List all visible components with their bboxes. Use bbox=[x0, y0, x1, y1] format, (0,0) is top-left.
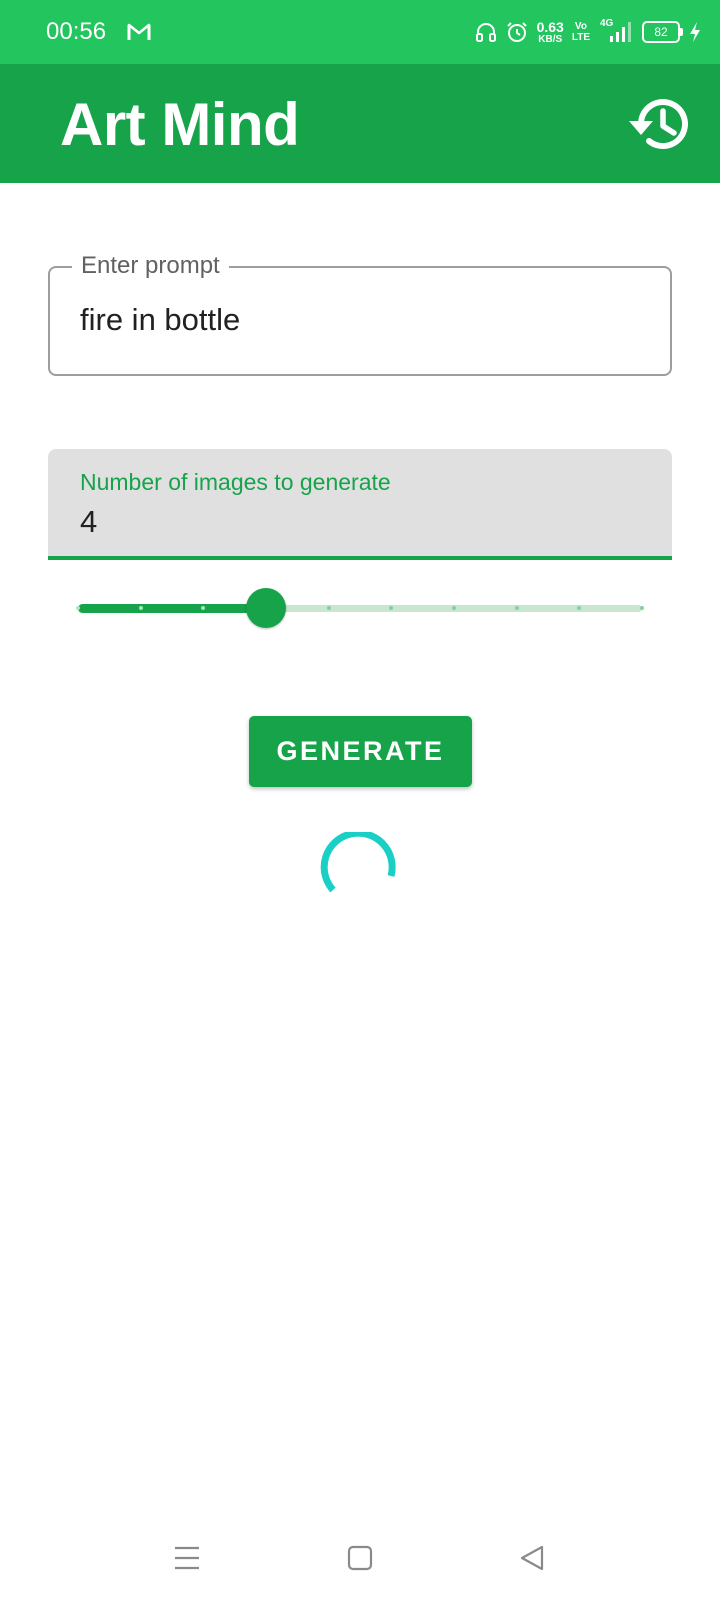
back-icon bbox=[520, 1545, 544, 1571]
slider-thumb[interactable] bbox=[246, 588, 286, 628]
alarm-icon bbox=[506, 22, 527, 42]
signal-icon bbox=[610, 22, 631, 42]
battery-icon: 82 bbox=[642, 21, 683, 43]
slider-tick bbox=[76, 606, 80, 610]
prompt-field[interactable]: Enter prompt bbox=[48, 251, 672, 376]
status-bar: 00:56 0.63 KB/S Vo LTE 4G 82 bbox=[0, 0, 720, 64]
status-icons: 0.63 KB/S Vo LTE 4G 82 bbox=[475, 14, 702, 50]
back-button[interactable] bbox=[507, 1538, 557, 1578]
net-speed: 0.63 KB/S bbox=[537, 20, 564, 45]
app-title: Art Mind bbox=[60, 91, 300, 158]
menu-icon bbox=[175, 1546, 199, 1570]
slider-tick bbox=[640, 606, 644, 610]
slider-active-track bbox=[78, 604, 266, 613]
image-count-field[interactable]: Number of images to generate 4 bbox=[48, 449, 672, 560]
history-button[interactable] bbox=[624, 88, 696, 160]
recents-button[interactable] bbox=[162, 1538, 212, 1578]
home-button[interactable] bbox=[335, 1538, 385, 1578]
image-count-label: Number of images to generate bbox=[80, 469, 391, 495]
image-count-value[interactable]: 4 bbox=[80, 503, 97, 541]
volte-bottom: LTE bbox=[571, 32, 590, 43]
net-speed-value: 0.63 bbox=[536, 18, 564, 35]
image-count-slider[interactable] bbox=[74, 588, 646, 628]
headphones-icon bbox=[475, 23, 496, 42]
app-screen: 00:56 0.63 KB/S Vo LTE 4G 82 Art Mind En… bbox=[0, 0, 720, 1600]
prompt-label: Enter prompt bbox=[72, 251, 229, 281]
app-bar: Art Mind bbox=[0, 64, 720, 183]
prompt-input[interactable] bbox=[80, 300, 640, 340]
gmail-icon bbox=[127, 23, 151, 40]
net-speed-unit: KB/S bbox=[538, 33, 563, 45]
navigation-bar bbox=[0, 1510, 720, 1600]
battery-level: 82 bbox=[654, 25, 668, 39]
home-icon bbox=[347, 1545, 373, 1571]
charging-icon bbox=[690, 22, 700, 42]
history-icon bbox=[629, 99, 688, 150]
slider-tick bbox=[326, 606, 331, 610]
slider-tick bbox=[514, 606, 519, 610]
status-time: 00:56 bbox=[46, 18, 107, 45]
slider-tick bbox=[452, 606, 456, 610]
generate-button[interactable]: GENERATE bbox=[249, 716, 472, 787]
signal-indicator: 4G bbox=[598, 18, 634, 44]
loading-spinner bbox=[320, 832, 396, 893]
slider-tick bbox=[138, 606, 143, 610]
volte-top: Vo bbox=[574, 21, 587, 32]
volte-indicator: Vo LTE bbox=[572, 21, 590, 43]
